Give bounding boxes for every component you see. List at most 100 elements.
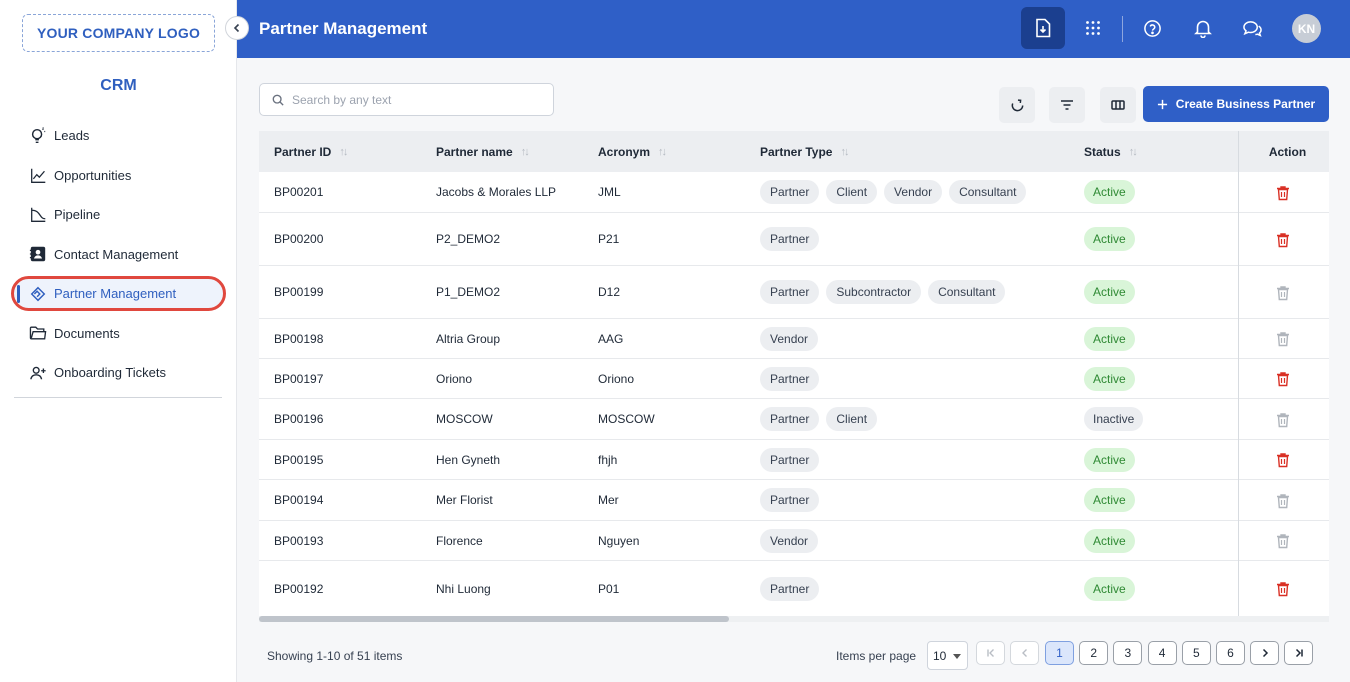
help-button[interactable] [1130,7,1174,49]
apps-button[interactable] [1071,7,1115,49]
partner-type-cell: Partner Client [760,399,884,439]
page-1-button[interactable]: 1 [1045,641,1074,665]
partner-id-cell: BP00201 [274,185,324,199]
column-header-action: Action [1239,131,1329,172]
sidebar-item-label: Partner Management [54,286,177,302]
delete-icon[interactable] [1276,185,1290,201]
chevron-right-icon [1262,648,1268,658]
table-row[interactable]: BP00196 MOSCOW MOSCOW Partner Client Inactive [259,399,1329,440]
partner-name-cell: MOSCOW [436,412,493,426]
sidebar-item-contact-management[interactable]: Contact Management [0,235,237,275]
column-header-status[interactable]: Status ↑↓ [1084,131,1138,172]
create-business-partner-button[interactable]: Create Business Partner [1143,86,1329,122]
sidebar-item-pipeline[interactable]: Pipeline [0,195,237,235]
notifications-button[interactable] [1181,7,1225,49]
delete-icon [1276,412,1290,428]
page-2-button[interactable]: 2 [1079,641,1109,665]
acronym-cell: P01 [598,581,620,596]
page-4-button[interactable]: 4 [1147,641,1177,665]
table-row[interactable]: BP00200 P2_DEMO2 P21 Partner Active [259,213,1329,266]
acronym-cell: Nguyen [598,533,640,548]
prev-page-button[interactable] [1010,641,1039,665]
acronym-cell: JML [598,185,621,199]
table-row[interactable]: BP00193 Florence Nguyen Vendor Active [259,521,1329,561]
page-5-button[interactable]: 5 [1181,641,1211,665]
showing-count: Showing 1-10 of 51 items [267,649,403,663]
company-logo[interactable]: YOUR COMPANY LOGO [22,14,215,52]
sidebar-item-opportunities[interactable]: Opportunities [0,156,237,196]
delete-icon[interactable] [1276,371,1290,387]
partner-type-cell: Partner [760,561,826,616]
table-row[interactable]: BP00197 Oriono Oriono Partner Active [259,359,1329,399]
page-6-button[interactable]: 6 [1216,641,1245,665]
acronym-cell: P21 [598,232,620,246]
first-page-button[interactable] [976,641,1005,665]
partner-id-cell: BP00196 [274,412,324,426]
status-badge: Active [1084,528,1135,553]
search-box[interactable] [259,83,554,116]
partner-name-cell: Nhi Luong [436,581,491,596]
last-page-button[interactable] [1284,641,1313,665]
table-row[interactable]: BP00195 Hen Gyneth fhjh Partner Active [259,440,1329,480]
filter-button[interactable] [1049,87,1085,123]
status-badge: Active [1084,366,1135,391]
partner-name-cell: Jacobs & Morales LLP [436,185,557,199]
table-row[interactable]: BP00201 Jacobs & Morales LLP JML Partner Cli… [259,172,1329,213]
column-header-acronym[interactable]: Acronym ↑↓ [598,131,667,172]
delete-icon[interactable] [1276,452,1290,468]
sort-icon[interactable]: ↑↓ [840,146,849,158]
status-cell: Active [1084,213,1135,265]
table-row[interactable]: BP00198 Altria Group AAG Vendor Active [259,319,1329,359]
refresh-button[interactable] [999,87,1035,123]
table-row[interactable]: BP00194 Mer Florist Mer Partner Active [259,480,1329,521]
action-cell [1239,319,1329,359]
partner-type-chip: Vendor [760,326,819,351]
avatar[interactable]: KN [1292,14,1321,43]
status-cell: Active [1084,480,1135,520]
sort-icon[interactable]: ↑↓ [658,146,667,158]
column-header-partner-type[interactable]: Partner Type ↑↓ [760,131,849,172]
sidebar-item-documents[interactable]: Documents [0,314,237,354]
partner-id-cell: BP00192 [274,581,324,596]
partner-type-chip: Client [826,407,878,431]
status-cell: Active [1084,561,1135,616]
sort-icon[interactable]: ↑↓ [339,146,348,158]
sidebar-item-label: Onboarding Tickets [54,365,167,381]
sort-icon[interactable]: ↑↓ [521,146,530,158]
scrollbar-thumb[interactable] [259,616,729,622]
acronym-cell: D12 [598,285,621,299]
apps-grid-icon [1086,21,1100,35]
table-row[interactable]: BP00199 P1_DEMO2 D12 Partner Subcontractor Co… [259,266,1329,319]
delete-icon[interactable] [1276,581,1290,597]
search-input[interactable] [292,92,532,107]
next-page-button[interactable] [1250,641,1279,665]
partner-type-chip: Partner [760,366,820,391]
acronym-cell: MOSCOW [598,412,655,426]
page-title: Partner Management [259,19,428,38]
delete-icon[interactable] [1276,232,1290,248]
horizontal-scrollbar[interactable] [259,616,1329,622]
sidebar-item-onboarding-tickets[interactable]: Onboarding Tickets [0,353,237,393]
sidebar-item-leads[interactable]: Leads [0,116,237,156]
action-cell [1239,480,1329,521]
contact-book-icon [28,244,48,264]
items-per-page-select[interactable]: 10 [927,641,968,670]
sort-icon[interactable]: ↑↓ [1129,146,1138,158]
sidebar-nav: Leads Opportunities Pipeline Contact Man… [0,116,237,393]
status-badge: Inactive [1084,407,1144,431]
action-cell [1239,399,1329,440]
chat-button[interactable] [1230,7,1274,49]
partner-type-cell: Vendor [760,319,825,358]
download-button[interactable] [1021,7,1065,49]
partner-id-cell: BP00193 [274,533,324,548]
table-row[interactable]: BP00192 Nhi Luong P01 Partner Active [259,561,1329,617]
column-header-partner-name[interactable]: Partner name ↑↓ [436,131,530,172]
column-header-partner-id[interactable]: Partner ID ↑↓ [274,131,348,172]
acronym-cell: Oriono [598,371,635,386]
page-3-button[interactable]: 3 [1113,641,1143,665]
status-cell: Active [1084,319,1135,358]
sidebar-item-partner-management[interactable]: Partner Management [0,274,237,314]
partner-type-cell: Partner Subcontractor Consultant [760,266,1012,318]
columns-button[interactable] [1100,87,1136,123]
collapse-sidebar-button[interactable] [225,16,249,40]
